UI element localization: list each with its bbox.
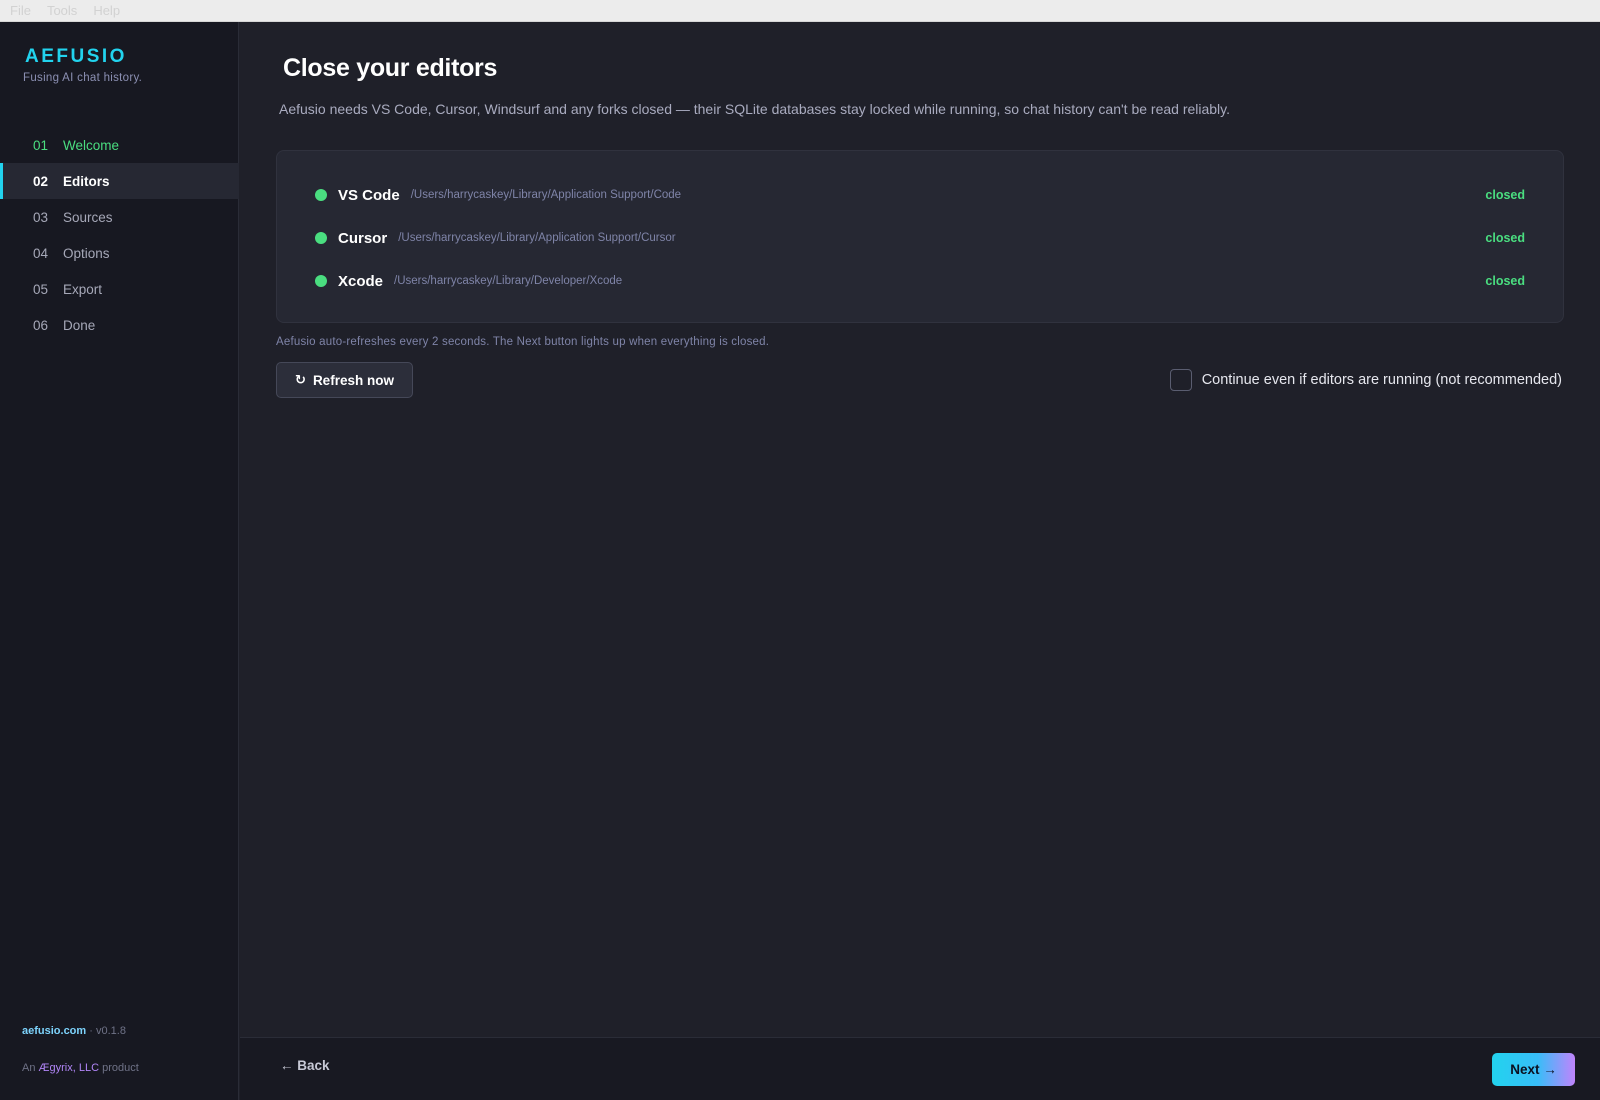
status-dot-icon bbox=[315, 275, 327, 287]
step-label: Welcome bbox=[63, 137, 120, 153]
menu-tools[interactable]: Tools bbox=[47, 3, 77, 18]
credit-prefix: An bbox=[22, 1062, 36, 1074]
step-sources[interactable]: 03 Sources bbox=[0, 199, 239, 235]
menu-help[interactable]: Help bbox=[93, 3, 120, 18]
step-welcome[interactable]: 01 Welcome bbox=[0, 127, 239, 163]
version-label: v0.1.8 bbox=[95, 1025, 126, 1037]
page-title: Close your editors bbox=[283, 54, 498, 82]
refresh-now-button[interactable]: ↻ Refresh now bbox=[276, 362, 413, 398]
editor-status-card: VS Code /Users/harrycaskey/Library/Appli… bbox=[276, 150, 1564, 323]
step-label: Done bbox=[63, 317, 96, 333]
editor-status: closed bbox=[1485, 188, 1525, 202]
editor-name: VS Code bbox=[338, 186, 400, 204]
editor-path: /Users/harrycaskey/Library/Application S… bbox=[410, 189, 682, 201]
site-link[interactable]: aefusio.com bbox=[22, 1025, 86, 1037]
refresh-icon: ↻ bbox=[295, 372, 306, 387]
wizard-footer: ← Back Next → bbox=[240, 1037, 1600, 1100]
step-number: 03 bbox=[33, 209, 49, 225]
step-editors[interactable]: 02 Editors bbox=[0, 163, 239, 199]
company-credit: An Ægyrix, LLC product bbox=[22, 1062, 139, 1074]
step-label: Options bbox=[63, 245, 110, 261]
auto-refresh-hint: Aefusio auto-refreshes every 2 seconds. … bbox=[276, 336, 770, 348]
step-number: 01 bbox=[33, 137, 49, 153]
editor-status: closed bbox=[1485, 274, 1525, 288]
next-button[interactable]: Next → bbox=[1492, 1053, 1575, 1086]
editor-row-cursor: Cursor /Users/harrycaskey/Library/Applic… bbox=[315, 227, 1525, 249]
step-number: 02 bbox=[33, 173, 49, 189]
step-number: 06 bbox=[33, 317, 49, 333]
site-version: aefusio.com · v0.1.8 bbox=[22, 1025, 126, 1037]
sidebar: AEFUSIO Fusing AI chat history. 01 Welco… bbox=[0, 22, 239, 1100]
step-options[interactable]: 04 Options bbox=[0, 235, 239, 271]
brand-tagline: Fusing AI chat history. bbox=[23, 72, 143, 84]
step-number: 05 bbox=[33, 281, 49, 297]
separator: · bbox=[89, 1025, 93, 1037]
brand-logo: AEFUSIO bbox=[25, 46, 127, 67]
credit-suffix: product bbox=[102, 1062, 139, 1074]
editor-row-vscode: VS Code /Users/harrycaskey/Library/Appli… bbox=[315, 184, 1525, 206]
refresh-label: Refresh now bbox=[312, 372, 394, 388]
back-button[interactable]: ← Back bbox=[280, 1058, 330, 1073]
continue-label[interactable]: Continue even if editors are running (no… bbox=[1202, 372, 1562, 388]
editor-status: closed bbox=[1485, 231, 1525, 245]
company-link[interactable]: Ægyrix, LLC bbox=[39, 1062, 100, 1074]
step-list: 01 Welcome 02 Editors 03 Sources 04 Opti… bbox=[0, 127, 239, 343]
step-export[interactable]: 05 Export bbox=[0, 271, 239, 307]
page-description: Aefusio needs VS Code, Cursor, Windsurf … bbox=[279, 101, 1231, 117]
editor-name: Xcode bbox=[338, 272, 384, 290]
editor-path: /Users/harrycaskey/Library/Developer/Xco… bbox=[394, 275, 623, 287]
menu-bar: File Tools Help bbox=[0, 0, 1600, 22]
editor-row-xcode: Xcode /Users/harrycaskey/Library/Develop… bbox=[315, 270, 1525, 292]
step-label: Editors bbox=[63, 173, 110, 189]
status-dot-icon bbox=[315, 189, 327, 201]
step-label: Export bbox=[63, 281, 103, 297]
step-label: Sources bbox=[63, 209, 113, 225]
continue-checkbox[interactable] bbox=[1169, 369, 1192, 391]
step-done[interactable]: 06 Done bbox=[0, 307, 239, 343]
status-dot-icon bbox=[315, 232, 327, 244]
editor-path: /Users/harrycaskey/Library/Application S… bbox=[398, 232, 676, 244]
editor-name: Cursor bbox=[338, 229, 388, 247]
main-content: Close your editors Aefusio needs VS Code… bbox=[240, 22, 1600, 1037]
menu-file[interactable]: File bbox=[10, 3, 31, 18]
continue-anyway-option[interactable]: Continue even if editors are running (no… bbox=[1169, 369, 1562, 391]
step-number: 04 bbox=[33, 245, 49, 261]
